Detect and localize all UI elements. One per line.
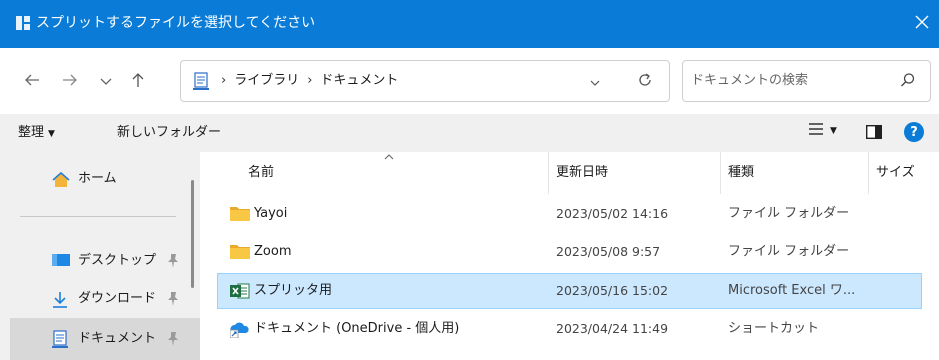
file-date: 2023/05/16 15:02 bbox=[556, 283, 669, 298]
column-header-date[interactable]: 更新日時 bbox=[556, 152, 720, 194]
pin-icon[interactable] bbox=[166, 253, 180, 269]
breadcrumb: › ライブラリ › ドキュメント bbox=[221, 72, 398, 90]
sidebar-item-label: ダウンロード bbox=[78, 291, 157, 306]
column-header-size[interactable]: サイズ bbox=[876, 152, 936, 194]
file-row-zoom[interactable]: Zoom 2023/05/08 9:57 ファイル フォルダー bbox=[218, 235, 921, 269]
column-header-label: 種類 bbox=[728, 165, 755, 180]
command-bar: 整理 ▼ 新しいフォルダー ▼ ? bbox=[0, 114, 939, 152]
onedrive-shortcut-icon bbox=[229, 320, 250, 339]
file-date: 2023/05/08 9:57 bbox=[556, 244, 661, 259]
sort-ascending-icon bbox=[384, 152, 394, 163]
close-icon bbox=[915, 15, 929, 33]
file-name: Yayoi bbox=[254, 206, 288, 221]
arrow-right-icon bbox=[62, 73, 78, 91]
organize-label: 整理 bbox=[18, 125, 45, 140]
sidebar-item-label: ドキュメント bbox=[78, 331, 157, 346]
new-folder-button[interactable]: 新しいフォルダー bbox=[117, 124, 221, 142]
title-bar: スプリットするファイルを選択してください bbox=[0, 0, 939, 48]
search-icon[interactable] bbox=[900, 72, 918, 90]
documents-icon bbox=[52, 330, 70, 348]
file-date: 2023/05/02 14:16 bbox=[556, 206, 669, 221]
recent-locations-button[interactable] bbox=[92, 68, 120, 96]
navigation-pane: ホーム デスクトップ ダウンロード ドキュメント bbox=[0, 152, 200, 360]
sidebar-item-home[interactable]: ホーム bbox=[10, 162, 200, 196]
refresh-icon bbox=[638, 73, 652, 91]
close-button[interactable] bbox=[905, 0, 939, 48]
window-title: スプリットするファイルを選択してください bbox=[36, 15, 316, 31]
back-button[interactable] bbox=[18, 68, 46, 96]
sidebar-item-desktop[interactable]: デスクトップ bbox=[10, 244, 200, 278]
file-type: Microsoft Excel ワ... bbox=[728, 283, 856, 298]
chevron-down-icon bbox=[590, 75, 600, 90]
forward-button[interactable] bbox=[56, 68, 84, 96]
breadcrumb-item-library[interactable]: ライブラリ bbox=[234, 73, 299, 88]
column-divider[interactable] bbox=[868, 152, 869, 194]
caret-down-icon: ▼ bbox=[48, 129, 55, 139]
file-row-splitter[interactable]: スプリッタ用 2023/05/16 15:02 Microsoft Excel … bbox=[217, 273, 922, 309]
download-icon bbox=[52, 291, 70, 309]
preview-pane-icon bbox=[865, 124, 883, 143]
column-header-label: サイズ bbox=[876, 165, 915, 180]
column-header-label: 更新日時 bbox=[556, 165, 609, 180]
desktop-icon bbox=[52, 253, 70, 271]
pin-icon[interactable] bbox=[166, 331, 180, 347]
sidebar-item-downloads[interactable]: ダウンロード bbox=[10, 282, 200, 316]
column-header-label: 名前 bbox=[248, 165, 275, 180]
help-button[interactable]: ? bbox=[904, 122, 924, 142]
column-divider[interactable] bbox=[720, 152, 721, 194]
folder-icon bbox=[230, 243, 250, 261]
up-button[interactable] bbox=[124, 68, 152, 96]
file-type: ファイル フォルダー bbox=[728, 206, 850, 221]
column-divider[interactable] bbox=[548, 152, 549, 194]
sidebar-divider bbox=[20, 216, 176, 217]
sidebar-item-label: ホーム bbox=[78, 171, 117, 186]
app-icon bbox=[16, 16, 30, 30]
search-input[interactable]: ドキュメントの検索 bbox=[691, 72, 808, 90]
pin-icon[interactable] bbox=[166, 291, 180, 307]
file-name: Zoom bbox=[254, 244, 292, 259]
column-header-type[interactable]: 種類 bbox=[728, 152, 868, 194]
sidebar-item-label: デスクトップ bbox=[78, 253, 157, 268]
home-icon bbox=[52, 171, 70, 189]
documents-icon bbox=[193, 72, 209, 90]
file-list: 名前 更新日時 種類 サイズ Yayoi 2023/05/02 14:16 ファ… bbox=[200, 152, 939, 360]
caret-down-icon: ▼ bbox=[830, 126, 837, 136]
file-open-dialog: スプリットするファイルを選択してください › ライブラリ › ドキュメント ドキ… bbox=[0, 0, 939, 360]
arrow-up-icon bbox=[131, 72, 145, 92]
file-type: ファイル フォルダー bbox=[728, 244, 850, 259]
navigation-bar: › ライブラリ › ドキュメント ドキュメントの検索 bbox=[0, 48, 939, 114]
breadcrumb-separator: › bbox=[307, 73, 313, 88]
file-type: ショートカット bbox=[728, 321, 820, 336]
breadcrumb-separator: › bbox=[221, 73, 227, 88]
sidebar-scrollbar[interactable] bbox=[191, 180, 194, 288]
address-bar[interactable]: › ライブラリ › ドキュメント bbox=[180, 60, 670, 102]
file-date: 2023/04/24 11:49 bbox=[556, 321, 669, 336]
list-view-icon bbox=[808, 123, 824, 139]
column-header-name[interactable]: 名前 bbox=[248, 152, 548, 194]
file-name: スプリッタ用 bbox=[254, 283, 333, 298]
search-box[interactable]: ドキュメントの検索 bbox=[682, 60, 931, 102]
preview-pane-button[interactable] bbox=[865, 124, 883, 140]
breadcrumb-item-documents[interactable]: ドキュメント bbox=[320, 73, 398, 88]
arrow-left-icon bbox=[24, 73, 40, 91]
sidebar-item-documents[interactable]: ドキュメント bbox=[10, 318, 200, 360]
organize-button[interactable]: 整理 ▼ bbox=[18, 124, 55, 143]
excel-file-icon bbox=[230, 282, 250, 300]
file-name: ドキュメント (OneDrive - 個人用) bbox=[254, 321, 460, 336]
view-options-button[interactable]: ▼ bbox=[808, 123, 837, 139]
file-row-yayoi[interactable]: Yayoi 2023/05/02 14:16 ファイル フォルダー bbox=[218, 197, 921, 231]
folder-icon bbox=[230, 205, 250, 223]
file-row-onedrive[interactable]: ドキュメント (OneDrive - 個人用) 2023/04/24 11:49… bbox=[218, 312, 921, 346]
chevron-down-icon bbox=[100, 75, 112, 90]
help-icon: ? bbox=[910, 124, 918, 140]
refresh-button[interactable] bbox=[633, 70, 657, 94]
address-dropdown-button[interactable] bbox=[583, 70, 607, 94]
